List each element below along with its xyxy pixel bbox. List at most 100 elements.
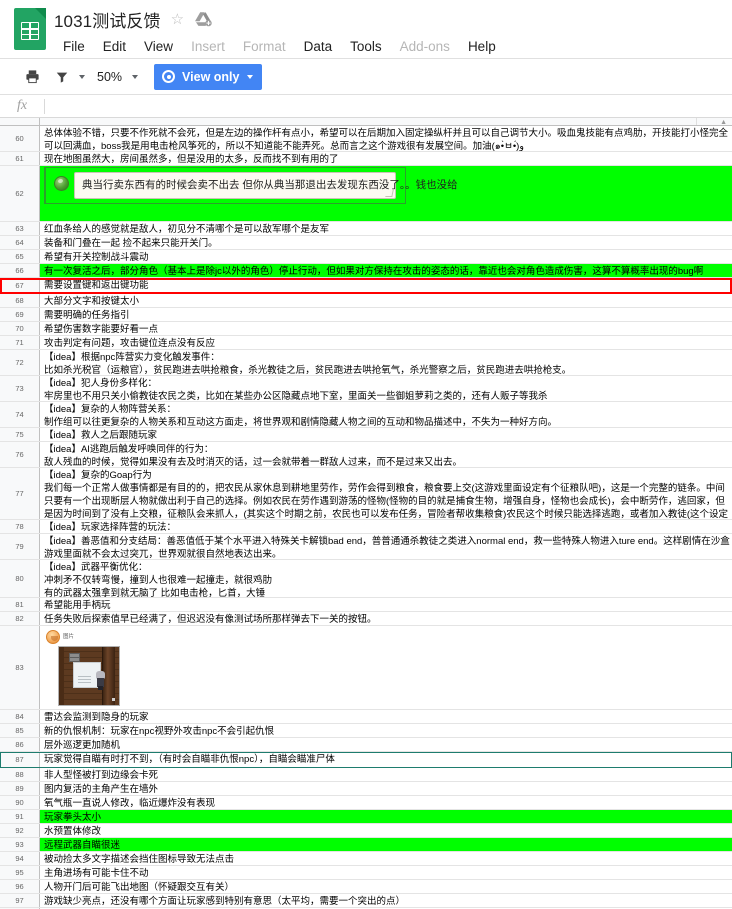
row-header-90[interactable]: 90 xyxy=(0,796,40,809)
spreadsheet-grid[interactable]: ▲ 60 总体体验不错，只要不作死就不会死，但是左边的操作杆有点小，希望可以在后期… xyxy=(0,118,732,909)
table-row[interactable]: 89 图内复活的主角产生在墙外 xyxy=(0,782,732,796)
cell-text[interactable]: 图内复活的主角产生在墙外 xyxy=(40,782,732,795)
cell-text[interactable]: 装备和门叠在一起 捡不起来只能开关门。 xyxy=(40,236,732,249)
table-row[interactable]: 82 任务失败后探索值早已经满了，但迟迟没有像测试场所那样弹去下一关的按钮。 xyxy=(0,612,732,626)
filter-dropdown-caret[interactable] xyxy=(79,74,85,79)
row-header-95[interactable]: 95 xyxy=(0,866,40,879)
cell-text[interactable]: 红血条给人的感觉就是敌人，初见分不清哪个是可以敌军哪个是友军 xyxy=(40,222,732,235)
cell-text[interactable]: 非人型怪被打到边缘会卡死 xyxy=(40,768,732,781)
cell-text[interactable]: 现在地图虽然大，房间虽然多，但是没用的太多，反而找不到有用的了 xyxy=(40,152,732,165)
table-row[interactable]: 75 【idea】救人之后跟随玩家 xyxy=(0,428,732,442)
row-header-76[interactable]: 76 xyxy=(0,442,40,467)
page-title[interactable]: 1031测试反馈 xyxy=(54,7,161,32)
table-row[interactable]: 70 希望伤害数字能要好看一点 xyxy=(0,322,732,336)
cell-text[interactable]: 需要设置键和返出键功能 xyxy=(40,278,732,293)
cell-text[interactable]: 玩家拳头太小 xyxy=(40,810,732,823)
menu-item-data[interactable]: Data xyxy=(295,37,342,56)
table-row[interactable]: 85 新的仇恨机制：玩家在npc视野外攻击npc不会引起仇恨 xyxy=(0,724,732,738)
row-header-71[interactable]: 71 xyxy=(0,336,40,349)
table-row[interactable]: 60 总体体验不错，只要不作死就不会死，但是左边的操作杆有点小，希望可以在后期加入… xyxy=(0,126,732,152)
cell-text[interactable]: 总体体验不错，只要不作死就不会死，但是左边的操作杆有点小，希望可以在后期加入固定… xyxy=(40,126,732,151)
table-row[interactable]: 97 游戏缺少亮点，还没有哪个方面让玩家感到特别有意思（太平均，需要一个突出的点） xyxy=(0,894,732,908)
cell-text[interactable]: 【idea】根据npc阵营实力变化触发事件： 比如杀光税官（运粮官），贫民跑进去… xyxy=(40,350,732,375)
row-header-74[interactable]: 74 xyxy=(0,402,40,427)
row-header-61[interactable]: 61 xyxy=(0,152,40,165)
table-row[interactable]: 66 有一次复活之后，部分角色（基本上是除jc以外的角色）停止行动，但如果对方保持… xyxy=(0,264,732,278)
table-row[interactable]: 71 攻击判定有问题，攻击键位连点没有反应 xyxy=(0,336,732,350)
table-row[interactable]: 72 【idea】根据npc阵营实力变化触发事件： 比如杀光税官（运粮官），贫民跑… xyxy=(0,350,732,376)
cell-text[interactable]: 希望伤害数字能要好看一点 xyxy=(40,322,732,335)
table-row[interactable]: 79 【idea】善恶值和分支结局：善恶值低于某个水平进入特殊关卡解锁bad en… xyxy=(0,534,732,560)
row-header-87[interactable]: 87 xyxy=(0,752,40,767)
comment-card[interactable]: 典当行卖东西有的时候会卖不出去 但你从典当那退出去发现东西没了。。钱也没给 xyxy=(44,167,458,204)
cell-text[interactable]: 希望有开关控制战斗震动 xyxy=(40,250,732,263)
row-header-60[interactable]: 60 xyxy=(0,126,40,151)
move-to-drive-icon[interactable] xyxy=(194,11,212,27)
cell-text[interactable]: 大部分文字和按键太小 xyxy=(40,294,732,307)
menu-item-help[interactable]: Help xyxy=(459,37,505,56)
cell-text[interactable]: 【idea】救人之后跟随玩家 xyxy=(40,428,732,441)
table-row[interactable]: 91 玩家拳头太小 xyxy=(0,810,732,824)
cell-text[interactable]: 希望能用手柄玩 xyxy=(40,598,732,611)
table-row[interactable]: 74 【idea】复杂的人物阵营关系： 制作组可以往更复杂的人物关系和互动这方面走… xyxy=(0,402,732,428)
row-header-67[interactable]: 67 xyxy=(0,278,40,293)
table-row[interactable]: 67 需要设置键和返出键功能 xyxy=(0,278,732,294)
row-header-88[interactable]: 88 xyxy=(0,768,40,781)
row-header-94[interactable]: 94 xyxy=(0,852,40,865)
row-header-64[interactable]: 64 xyxy=(0,236,40,249)
row-header-70[interactable]: 70 xyxy=(0,322,40,335)
menu-item-edit[interactable]: Edit xyxy=(94,37,135,56)
table-row[interactable]: 87 玩家觉得自瞄有时打不到，（有时会自瞄非仇恨npc），自瞄会瞄准尸体 xyxy=(0,752,732,768)
row-header-86[interactable]: 86 xyxy=(0,738,40,751)
row-header-82[interactable]: 82 xyxy=(0,612,40,625)
table-row[interactable]: 61 现在地图虽然大，房间虽然多，但是没用的太多，反而找不到有用的了 xyxy=(0,152,732,166)
row-header-80[interactable]: 80 xyxy=(0,560,40,597)
resize-handle[interactable] xyxy=(385,190,394,197)
cell-text[interactable]: 【idea】犯人身份多样化： 牢房里也不用只关小偷教徒农民之类，比如在某些办公区… xyxy=(40,376,732,401)
table-row[interactable]: 88 非人型怪被打到边缘会卡死 xyxy=(0,768,732,782)
cell-text[interactable]: 需要明确的任务指引 xyxy=(40,308,732,321)
table-row[interactable]: 62 典当行卖东西有的时候会卖不出去 但你从典当那退出去发现东西没了。。钱也没给 xyxy=(0,166,732,222)
row-header-75[interactable]: 75 xyxy=(0,428,40,441)
cell-text[interactable]: 游戏缺少亮点，还没有哪个方面让玩家感到特别有意思（太平均，需要一个突出的点） xyxy=(40,894,732,907)
cell-text[interactable]: 攻击判定有问题，攻击键位连点没有反应 xyxy=(40,336,732,349)
row-header-65[interactable]: 65 xyxy=(0,250,40,263)
table-row[interactable]: 84 雷达会监测到隐身的玩家 xyxy=(0,710,732,724)
table-row[interactable]: 86 层外巡逻更加随机 xyxy=(0,738,732,752)
cell-text[interactable]: 【idea】善恶值和分支结局：善恶值低于某个水平进入特殊关卡解锁bad end，… xyxy=(40,534,732,559)
row-header-97[interactable]: 97 xyxy=(0,894,40,907)
star-outline-icon[interactable]: ☆ xyxy=(171,12,184,27)
cell-text[interactable]: 主角进场有可能卡住不动 xyxy=(40,866,732,879)
scroll-up-indicator[interactable]: ▲ xyxy=(720,119,727,126)
filter-icon[interactable] xyxy=(48,64,76,90)
row-header-79[interactable]: 79 xyxy=(0,534,40,559)
cell-text[interactable]: 人物开门后可能飞出地图（怀疑跟交互有关） xyxy=(40,880,732,893)
row-header-62[interactable]: 62 xyxy=(0,166,40,221)
row-header-73[interactable]: 73 xyxy=(0,376,40,401)
table-row[interactable]: 83 图片 xyxy=(0,626,732,710)
table-row[interactable]: 90 氧气瓶一直说人修改，临近爆炸没有表现 xyxy=(0,796,732,810)
table-row[interactable]: 77 【idea】复杂的Goap行为 我们每一个正常人做事情都是有目的的，把农民从… xyxy=(0,468,732,520)
cell-text[interactable]: 新的仇恨机制：玩家在npc视野外攻击npc不会引起仇恨 xyxy=(40,724,732,737)
table-row[interactable]: 69 需要明确的任务指引 xyxy=(0,308,732,322)
image-attachment[interactable]: 图片 xyxy=(46,630,732,706)
row-header-83[interactable]: 83 xyxy=(0,626,40,709)
column-header-a[interactable] xyxy=(40,118,696,125)
attachment-cell[interactable]: 图片 xyxy=(40,626,732,709)
view-only-button[interactable]: View only xyxy=(154,63,263,90)
row-header-89[interactable]: 89 xyxy=(0,782,40,795)
row-header-66[interactable]: 66 xyxy=(0,264,40,277)
table-row[interactable]: 73 【idea】犯人身份多样化： 牢房里也不用只关小偷教徒农民之类，比如在某些办… xyxy=(0,376,732,402)
row-header-93[interactable]: 93 xyxy=(0,838,40,851)
table-row[interactable]: 64 装备和门叠在一起 捡不起来只能开关门。 xyxy=(0,236,732,250)
cell-text[interactable]: 层外巡逻更加随机 xyxy=(40,738,732,751)
table-row[interactable]: 81 希望能用手柄玩 xyxy=(0,598,732,612)
table-row[interactable]: 80 【idea】武器平衡优化： 冲刺矛不仅转弯慢，撞到人也很难一起撞走，就很鸡肋… xyxy=(0,560,732,598)
comment-cell[interactable]: 典当行卖东西有的时候会卖不出去 但你从典当那退出去发现东西没了。。钱也没给 xyxy=(40,166,732,221)
table-row[interactable]: 93 远程武器自瞄很迷 xyxy=(0,838,732,852)
cell-text[interactable]: 氧气瓶一直说人修改，临近爆炸没有表现 xyxy=(40,796,732,809)
game-screenshot-thumbnail[interactable] xyxy=(58,646,120,706)
table-row[interactable]: 76 【idea】AI逃跑后触发呼唤同伴的行为： 敌人残血的时候，觉得如果没有去及… xyxy=(0,442,732,468)
row-header-85[interactable]: 85 xyxy=(0,724,40,737)
table-row[interactable]: 94 被动捡太多文字描述会挡住图标导致无法点击 xyxy=(0,852,732,866)
